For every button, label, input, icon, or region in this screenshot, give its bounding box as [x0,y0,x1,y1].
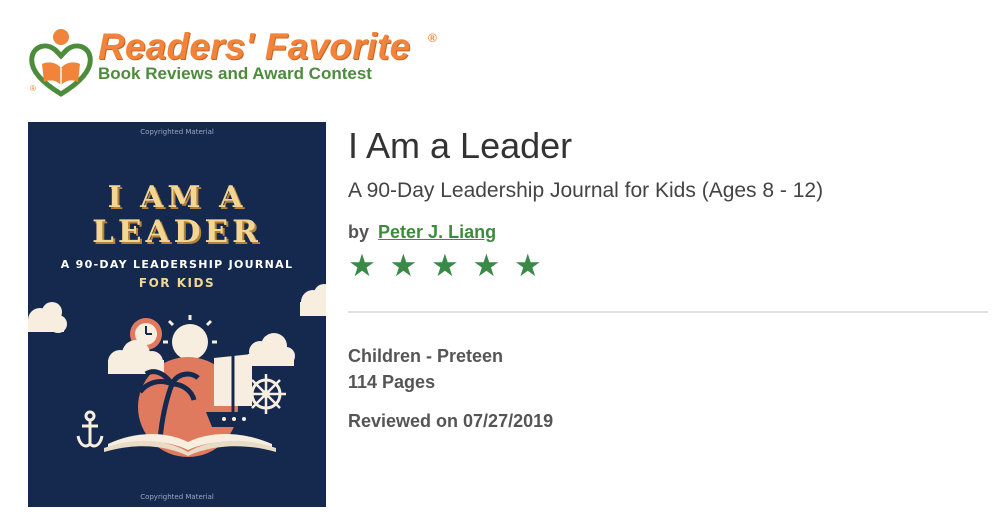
reader-heart-logo-icon [29,29,93,97]
cover-copyright-bottom: Copyrighted Material [140,493,214,501]
byline: by Peter J. Liang [348,221,496,243]
cover-copyright-top: Copyrighted Material [140,128,214,136]
star-icon: ★ [472,248,501,283]
book-genre: Children - Preteen [348,346,504,366]
star-icon: ★ [431,248,459,283]
star-icon: ★ [348,248,376,283]
cover-title-line1: I AM A [107,180,247,215]
cover-audience: FOR KIDS [138,276,216,290]
cover-subtitle: A 90-DAY LEADERSHIP JOURNAL [60,258,294,271]
logo-mark-registered: ® [30,84,36,93]
divider [348,311,988,313]
registered-mark: ® [428,31,437,45]
site-logo[interactable]: Readers' Favorite ® Book Reviews and Awa… [28,26,458,98]
author-link[interactable]: Peter J. Liang [378,222,496,242]
star-icon: ★ [513,248,542,283]
book-title: I Am a Leader [348,125,573,166]
book-cover-image[interactable]: Copyrighted Material I AM A LEADER A 90-… [28,122,326,507]
star-icon: ★ [389,248,418,283]
cover-title-line2: LEADER [92,214,262,250]
star-rating: ★ ★ ★ ★ ★ [348,248,551,283]
review-date: Reviewed on 07/27/2019 [348,411,554,431]
book-pages: 114 Pages [348,372,436,392]
by-label: by [348,222,370,242]
book-subtitle: A 90-Day Leadership Journal for Kids (Ag… [348,179,824,202]
logo-subtitle: Book Reviews and Award Contest [98,64,372,83]
logo-title: Readers' Favorite [98,26,411,67]
